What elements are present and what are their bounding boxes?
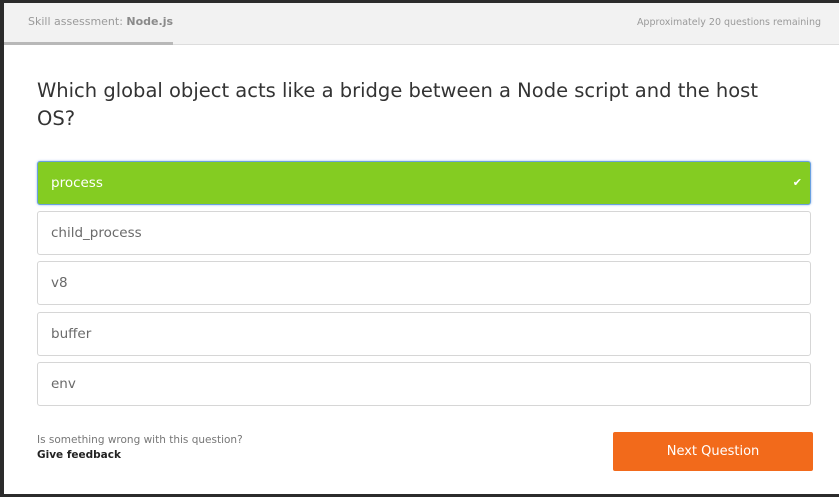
next-question-button[interactable]: Next Question <box>613 432 813 471</box>
answer-option-label: child_process <box>51 225 142 241</box>
skill-prefix: Skill assessment: <box>28 15 127 28</box>
answer-option-1[interactable]: process ✔ <box>37 161 811 205</box>
answer-option-3[interactable]: v8 <box>37 261 811 305</box>
skill-name: Node.js <box>126 15 174 28</box>
question-text: Which global object acts like a bridge b… <box>37 79 758 130</box>
skill-assessment-label: Skill assessment: Node.js <box>28 15 173 28</box>
answer-option-label: process <box>51 175 103 191</box>
answer-option-5[interactable]: env <box>37 362 811 406</box>
questions-remaining: Approximately 20 questions remaining <box>636 17 821 28</box>
give-feedback-link[interactable]: Give feedback <box>37 449 121 461</box>
answer-option-label: v8 <box>51 275 68 291</box>
feedback-prompt: Is something wrong with this question? <box>37 434 243 446</box>
answer-option-4[interactable]: buffer <box>37 312 811 356</box>
assessment-header: Skill assessment: Node.js Approximately … <box>4 3 839 45</box>
check-icon: ✔ <box>792 176 802 189</box>
answer-option-label: env <box>51 376 76 392</box>
answer-option-2[interactable]: child_process <box>37 211 811 255</box>
answer-option-label: buffer <box>51 326 92 342</box>
progress-underline <box>4 42 173 45</box>
assessment-window: Skill assessment: Node.js Approximately … <box>4 3 839 494</box>
